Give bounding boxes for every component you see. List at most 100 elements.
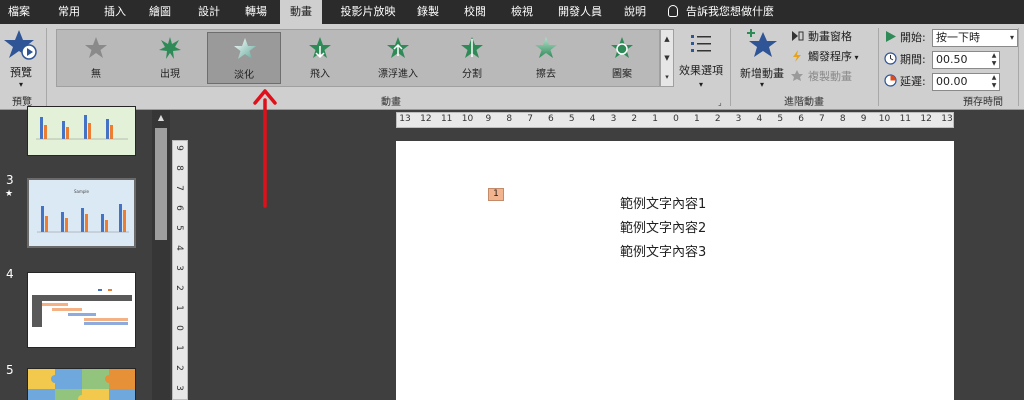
effect-options-label: 效果選項 <box>679 64 723 77</box>
slide-number: 5 <box>6 363 14 377</box>
tab-review[interactable]: 校閱 <box>456 0 494 24</box>
group-divider <box>46 28 47 106</box>
group-divider <box>730 28 731 106</box>
duration-input[interactable]: 00.50 ▲ ▼ <box>932 51 1000 69</box>
scroll-up-icon[interactable]: ▲ <box>156 114 166 122</box>
delay-clock-icon <box>884 74 897 87</box>
lightning-icon <box>793 50 801 62</box>
tab-animations[interactable]: 動畫 <box>280 0 322 24</box>
animation-split[interactable]: 分割 <box>435 32 509 84</box>
slide-text-line[interactable]: 範例文字內容2 <box>620 217 706 236</box>
ruler-tick-label: 7 <box>173 185 184 191</box>
dialog-launcher-icon[interactable]: ⌟ <box>718 98 722 107</box>
add-animation-label: 新增動畫 <box>740 67 784 80</box>
ruler-tick-label: 5 <box>777 114 784 124</box>
animation-label: 擦去 <box>536 69 556 80</box>
tab-home[interactable]: 常用 <box>50 0 88 24</box>
slide-text-line[interactable]: 範例文字內容1 <box>620 193 706 212</box>
animation-pane-button[interactable]: 動畫窗格 <box>790 28 852 46</box>
animation-painter-button[interactable]: 複製動畫 <box>790 68 852 86</box>
tab-transitions[interactable]: 轉場 <box>237 0 275 24</box>
slide-number: 3 <box>6 173 14 187</box>
gallery-scroll-up-icon[interactable]: ▲ <box>661 30 673 49</box>
tab-draw[interactable]: 繪圖 <box>141 0 179 24</box>
ribbon-tab-bar: 檔案 常用 插入 繪圖 設計 轉場 動畫 投影片放映 錄製 校閱 檢視 開發人員… <box>0 0 1024 24</box>
advanced-animation-group-label: 進階動畫 <box>784 97 824 108</box>
animation-label: 無 <box>91 69 101 80</box>
star-gray-icon <box>85 37 107 58</box>
tab-record[interactable]: 錄製 <box>409 0 447 24</box>
animation-appear[interactable]: 出現 <box>133 32 207 84</box>
animation-pane-icon <box>792 31 804 41</box>
delay-input[interactable]: 00.00 ▲ ▼ <box>932 73 1000 91</box>
animation-label: 出現 <box>160 69 180 80</box>
effect-options-button[interactable]: 效果選項 ▾ <box>676 30 726 94</box>
animation-fly-in[interactable]: 飛入 <box>283 32 357 84</box>
animation-label: 飛入 <box>310 69 330 80</box>
slide-canvas[interactable]: 1 範例文字內容1 範例文字內容2 範例文字內容3 <box>396 141 954 400</box>
tab-design[interactable]: 設計 <box>190 0 228 24</box>
tab-help[interactable]: 說明 <box>616 0 654 24</box>
chevron-down-icon: ▾ <box>1009 33 1014 42</box>
delay-label: 延遲: <box>900 75 926 88</box>
add-animation-button[interactable]: 新增動畫 ▾ <box>734 28 790 94</box>
horizontal-ruler: 13 12 11 10 9 8 7 6 5 4 3 2 1 0 1 2 3 4 5 6 7 8 9 10 11 12 13 <box>396 112 954 128</box>
ruler-tick-label: 6 <box>548 114 554 124</box>
chevron-down-icon: ▾ <box>759 80 764 89</box>
ruler-tick-label: 4 <box>173 245 184 251</box>
duration-value: 00.50 <box>936 53 968 66</box>
trigger-button[interactable]: 觸發程序 ▾ <box>790 48 859 66</box>
preview-label: 預覽 <box>10 66 32 79</box>
spinner-icon[interactable]: ▲ ▼ <box>989 74 999 90</box>
ruler-tick-label: 7 <box>527 114 533 124</box>
slide-thumbnail-4[interactable] <box>27 272 136 348</box>
tab-insert[interactable]: 插入 <box>96 0 134 24</box>
ruler-tick-label: 3 <box>173 265 184 271</box>
spinner-icon[interactable]: ▲ ▼ <box>989 52 999 68</box>
ruler-tick-label: 13 <box>399 114 411 124</box>
ruler-tick-label: 8 <box>839 114 846 124</box>
thumbnail-chart <box>36 115 128 140</box>
split-star-icon <box>461 37 483 58</box>
animation-none[interactable]: 無 <box>59 32 133 84</box>
scrollbar-thumb[interactable] <box>155 128 167 240</box>
ruler-tick-label: 2 <box>173 365 184 371</box>
ruler-tick-label: 6 <box>173 205 184 211</box>
tab-developer[interactable]: 開發人員 <box>550 0 610 24</box>
thumbnail-scrollbar[interactable]: ▲ <box>152 110 170 400</box>
slide-thumbnail-5[interactable] <box>27 368 136 400</box>
slide-thumbnail-2[interactable] <box>27 106 136 156</box>
slide-thumbnail-3[interactable]: Sample <box>27 178 136 248</box>
preview-button[interactable]: 預覽 ▾ <box>0 28 42 94</box>
start-label: 開始: <box>900 31 926 44</box>
animation-fade[interactable]: 淡化 <box>207 32 281 84</box>
animation-pane-label: 動畫窗格 <box>808 30 852 43</box>
animation-painter-icon <box>791 70 803 81</box>
ruler-tick-label: 3 <box>610 114 617 124</box>
ruler-tick-label: 3 <box>735 114 742 124</box>
slide-text-line[interactable]: 範例文字內容3 <box>620 241 706 260</box>
tab-slideshow[interactable]: 投影片放映 <box>332 0 404 24</box>
animation-wipe[interactable]: 擦去 <box>509 32 583 84</box>
tab-view[interactable]: 檢視 <box>503 0 541 24</box>
animation-label: 淡化 <box>234 70 254 81</box>
animation-shape[interactable]: 圖案 <box>585 32 659 84</box>
gallery-more-icon[interactable]: ▾ <box>661 68 673 87</box>
animation-gallery: 無 出現 淡化 飛入 漂浮進入 分割 擦去 圖案 <box>56 29 660 87</box>
duration-row: 期間: 00.50 ▲ ▼ <box>884 50 1022 70</box>
gallery-scroll-down-icon[interactable]: ▼ <box>661 49 673 68</box>
group-divider <box>1018 28 1019 106</box>
ruler-tick-label: 12 <box>420 114 432 124</box>
tab-file[interactable]: 檔案 <box>0 0 38 24</box>
animation-float-in[interactable]: 漂浮進入 <box>361 32 435 84</box>
start-select[interactable]: 按一下時 ▾ <box>932 29 1018 47</box>
float-in-star-icon <box>387 37 409 58</box>
tell-me-label: 告訴我您想做什麼 <box>686 5 774 18</box>
animation-order-tag[interactable]: 1 <box>488 188 504 201</box>
animation-group-label: 動畫 <box>381 97 401 108</box>
play-icon <box>886 31 896 42</box>
chevron-down-icon: ▾ <box>852 53 859 62</box>
burst-star-icon <box>159 37 181 59</box>
ruler-tick-label: 0 <box>173 325 184 331</box>
tell-me-search[interactable]: 告訴我您想做什麼 <box>668 0 774 24</box>
